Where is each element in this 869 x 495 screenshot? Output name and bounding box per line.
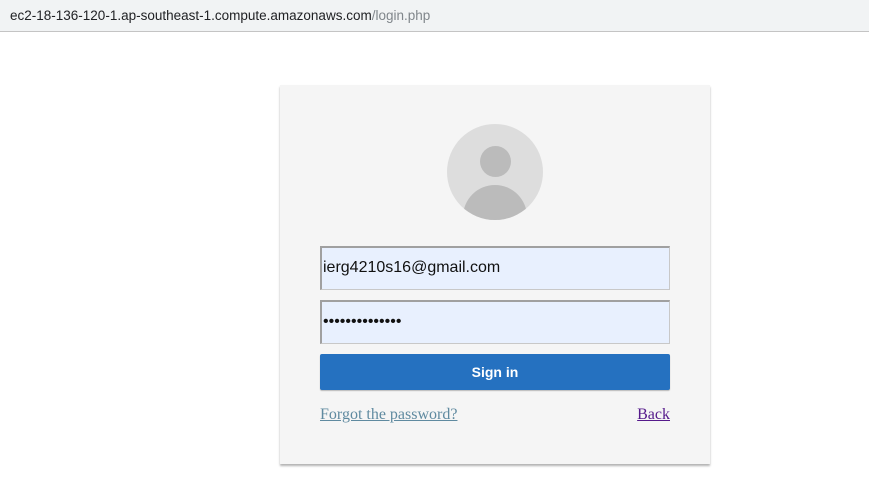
back-link[interactable]: Back — [637, 406, 670, 424]
url-host: ec2-18-136-120-1.ap-southeast-1.compute.… — [10, 8, 372, 23]
avatar-body — [463, 185, 527, 220]
email-input[interactable]: ierg4210s16@gmail.com — [320, 246, 670, 290]
password-input[interactable]: •••••••••••••• — [320, 300, 670, 344]
address-bar[interactable]: ec2-18-136-120-1.ap-southeast-1.compute.… — [0, 0, 869, 32]
forgot-password-link[interactable]: Forgot the password? — [320, 406, 457, 424]
login-card: ierg4210s16@gmail.com •••••••••••••• Sig… — [280, 85, 710, 464]
user-avatar-icon — [447, 124, 543, 220]
url-path: /login.php — [371, 8, 431, 23]
avatar-head — [480, 146, 511, 177]
sign-in-button[interactable]: Sign in — [320, 354, 670, 390]
url-text[interactable]: ec2-18-136-120-1.ap-southeast-1.compute.… — [10, 8, 430, 24]
